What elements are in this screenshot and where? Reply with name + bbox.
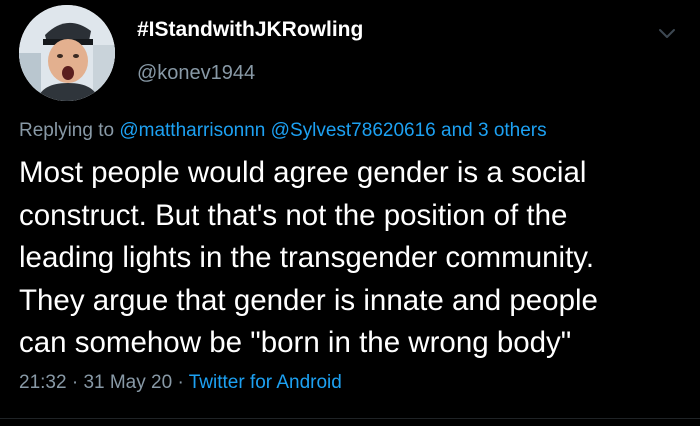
replying-to: Replying to @mattharrisonnn @Sylvest7862… [19,120,547,142]
others-link[interactable]: and 3 others [441,120,547,141]
avatar[interactable] [19,5,115,101]
tweet-text-line: Most people would agree gender is a soci… [19,156,587,189]
tweet-text: Most people would agree gender is a soci… [19,152,689,365]
tweet-text-line: leading lights in the transgender commun… [19,241,595,274]
meta-separator: · [177,372,184,393]
user-handle[interactable]: @konev1944 [137,62,255,85]
avatar-image [19,5,115,101]
tweet-time[interactable]: 21:32 [19,372,67,393]
mention-link[interactable]: @mattharrisonnn [119,120,265,141]
tweet-text-line: construct. But that's not the position o… [19,198,568,232]
tweet-source[interactable]: Twitter for Android [189,372,342,393]
tweet-meta: 21:32 · 31 May 20 · Twitter for Android [19,372,342,394]
tweet-card: #IStandwithJKRowling @konev1944 Replying… [0,0,700,426]
divider [0,418,700,419]
chevron-down-icon[interactable] [657,23,677,43]
tweet-text-line: They argue that gender is innate and peo… [19,283,598,317]
display-name[interactable]: #IStandwithJKRowling [137,18,363,42]
tweet-date[interactable]: 31 May 20 [83,372,172,393]
tweet-text-line: can somehow be "born in the wrong body" [19,326,572,359]
replying-to-label: Replying to [19,120,115,141]
mention-link[interactable]: @Sylvest78620616 [271,120,436,141]
meta-separator: · [71,372,79,393]
